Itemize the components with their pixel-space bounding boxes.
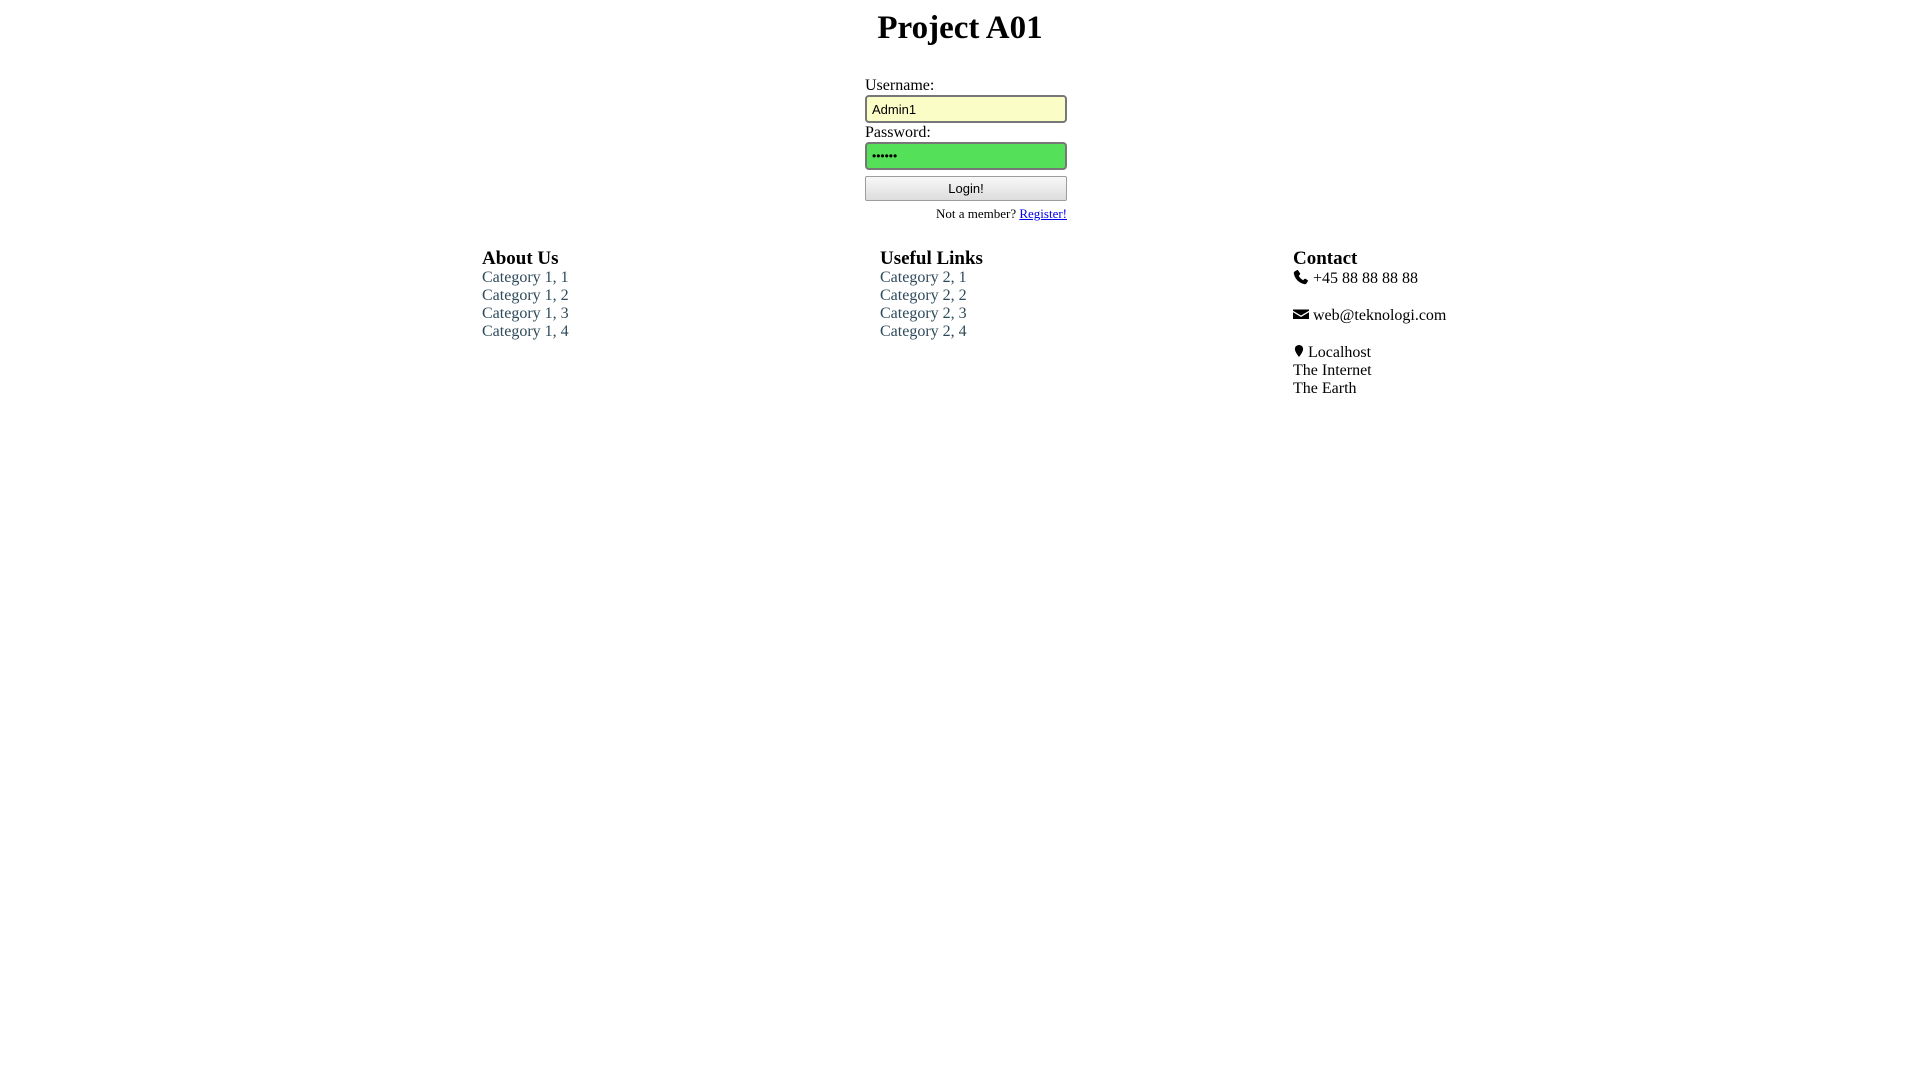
map-marker-icon	[1294, 345, 1304, 357]
about-link-4[interactable]: Category 1, 4	[482, 323, 569, 341]
contact-phone: +45 88 88 88 88	[1313, 270, 1419, 287]
contact-address-row: Localhost	[1293, 343, 1446, 362]
useful-link-4[interactable]: Category 2, 4	[880, 323, 983, 341]
about-us-section: About Us Category 1, 1 Category 1, 2 Cat…	[482, 247, 569, 341]
contact-email-row: web@teknologi.com	[1293, 306, 1446, 325]
register-line: Not a member? Register!	[865, 206, 1067, 222]
contact-email: web@teknologi.com	[1313, 307, 1447, 324]
useful-link-1[interactable]: Category 2, 1	[880, 269, 983, 287]
useful-link-3[interactable]: Category 2, 3	[880, 305, 983, 323]
password-input[interactable]	[865, 142, 1067, 170]
contact-section: Contact +45 88 88 88 88 web@teknologi.co…	[1293, 247, 1446, 398]
about-link-1[interactable]: Category 1, 1	[482, 269, 569, 287]
password-label: Password:	[865, 124, 931, 141]
contact-phone-row: +45 88 88 88 88	[1293, 269, 1446, 288]
phone-icon	[1293, 270, 1309, 285]
envelope-icon	[1293, 309, 1309, 319]
username-label: Username:	[865, 77, 935, 94]
username-input[interactable]	[865, 95, 1067, 123]
register-link[interactable]: Register!	[1019, 206, 1067, 221]
login-form: Username: Password: Login! Not a member?…	[865, 76, 1067, 222]
about-link-2[interactable]: Category 1, 2	[482, 287, 569, 305]
useful-links-section: Useful Links Category 2, 1 Category 2, 2…	[880, 247, 983, 341]
about-link-3[interactable]: Category 1, 3	[482, 305, 569, 323]
contact-address-line2: The Internet	[1293, 362, 1372, 379]
login-button[interactable]: Login!	[865, 176, 1067, 201]
contact-heading: Contact	[1293, 248, 1358, 269]
page: Project A01 Username: Password: Login! N…	[0, 0, 1920, 1080]
register-prompt: Not a member?	[935, 206, 1017, 221]
contact-address-line3: The Earth	[1293, 380, 1357, 397]
useful-links-heading: Useful Links	[880, 248, 983, 269]
page-title: Project A01	[877, 10, 1043, 46]
contact-address-line1: Localhost	[1308, 344, 1372, 361]
useful-link-2[interactable]: Category 2, 2	[880, 287, 983, 305]
about-us-heading: About Us	[482, 248, 559, 269]
